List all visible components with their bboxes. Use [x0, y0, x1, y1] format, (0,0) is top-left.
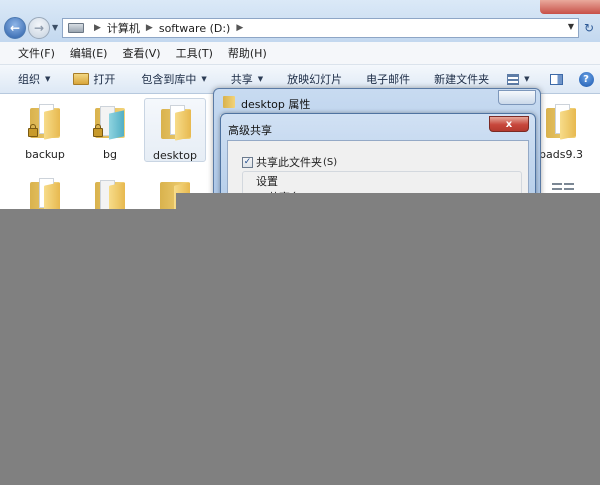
folder-icon — [157, 105, 195, 141]
share-button[interactable]: 共享 ▼ — [231, 71, 263, 87]
folder-icon — [223, 96, 235, 108]
slideshow-button[interactable]: 放映幻灯片 — [287, 71, 342, 87]
lock-icon — [93, 124, 103, 137]
share-folder-checkbox[interactable]: ✓ 共享此文件夹 (S) — [242, 154, 337, 170]
occlusion-overlay — [176, 193, 600, 209]
lock-icon — [28, 124, 38, 137]
share-folder-label: 共享此文件夹 — [256, 156, 322, 169]
folder-item-bg[interactable]: bg — [79, 98, 141, 162]
open-label: 打开 — [93, 73, 116, 86]
share-label: 共享 — [230, 73, 253, 86]
breadcrumb-computer[interactable]: 计算机 — [107, 20, 140, 36]
properties-close-button[interactable] — [498, 90, 536, 105]
properties-dialog-title: desktop 属性 — [241, 98, 311, 111]
chevron-down-icon: ▼ — [257, 75, 264, 83]
recent-pages-chevron-icon[interactable]: ▼ — [52, 23, 58, 32]
folder-label: desktop — [153, 149, 197, 162]
view-icon — [507, 73, 520, 85]
menu-view[interactable]: 查看(V) — [114, 45, 167, 61]
back-button[interactable]: ← — [4, 17, 26, 39]
breadcrumb-separator-icon[interactable]: ▶ — [94, 23, 101, 33]
include-in-library-button[interactable]: 包含到库中 ▼ — [141, 71, 206, 87]
breadcrumb-drive[interactable]: software (D:) — [159, 22, 231, 35]
slideshow-label: 放映幻灯片 — [287, 73, 343, 86]
chevron-down-icon: ▼ — [45, 75, 51, 83]
organize-label: 组织 — [18, 73, 40, 86]
change-view-button[interactable]: ▼ — [507, 73, 530, 85]
advanced-sharing-close-button[interactable]: x — [489, 116, 529, 132]
folder-item-backup[interactable]: backup — [14, 98, 76, 162]
window-close-button[interactable] — [540, 0, 600, 14]
window-titlebar: ← → ▼ ▶ 计算机 ▶ software (D:) ▶ ▼ ↻ — [0, 0, 600, 42]
refresh-icon: ↻ — [583, 21, 595, 35]
refresh-button[interactable]: ↻ — [580, 18, 598, 38]
occlusion-overlay — [0, 209, 600, 485]
folder-icon — [26, 104, 64, 140]
address-dropdown-icon[interactable]: ▼ — [568, 22, 574, 31]
folder-label: bg — [103, 148, 117, 161]
breadcrumb-separator-icon[interactable]: ▶ — [236, 23, 243, 33]
folder-label: backup — [25, 148, 65, 161]
menu-help[interactable]: 帮助(H) — [220, 45, 274, 61]
open-button[interactable]: 打开 — [73, 71, 115, 87]
menu-bar: 文件(F) 编辑(E) 查看(V) 工具(T) 帮助(H) — [0, 42, 600, 65]
chevron-down-icon: ▼ — [524, 75, 530, 83]
address-bar[interactable]: ▶ 计算机 ▶ software (D:) ▶ ▼ — [62, 18, 579, 38]
folder-icon — [91, 104, 129, 140]
organize-button[interactable]: 组织 ▼ — [18, 71, 50, 87]
advanced-sharing-title: 高级共享 — [228, 124, 272, 137]
back-arrow-icon: ← — [9, 21, 21, 35]
menu-edit[interactable]: 编辑(E) — [62, 45, 115, 61]
settings-group-label: 设置 — [254, 173, 280, 189]
checkmark-icon[interactable]: ✓ — [242, 156, 253, 168]
close-icon: x — [505, 118, 513, 130]
forward-arrow-icon: → — [33, 21, 45, 35]
new-folder-button[interactable]: 新建文件夹 — [434, 71, 489, 87]
open-folder-icon — [73, 73, 90, 85]
computer-icon — [68, 23, 84, 33]
share-folder-hotkey: (S) — [323, 156, 338, 168]
email-button[interactable]: 电子邮件 — [366, 71, 410, 87]
folder-icon — [26, 178, 64, 214]
chevron-down-icon: ▼ — [201, 75, 207, 83]
menu-tools[interactable]: 工具(T) — [168, 45, 220, 61]
email-label: 电子邮件 — [366, 73, 411, 86]
help-icon: ? — [578, 71, 594, 87]
forward-button[interactable]: → — [28, 17, 50, 39]
help-button[interactable]: ? — [578, 71, 594, 87]
folder-icon — [542, 104, 580, 140]
breadcrumb-separator-icon[interactable]: ▶ — [146, 23, 153, 33]
preview-pane-button[interactable] — [549, 73, 563, 85]
include-in-library-label: 包含到库中 — [141, 73, 197, 86]
folder-item-desktop[interactable]: desktop — [144, 98, 206, 162]
preview-pane-icon — [549, 73, 563, 85]
folder-icon — [91, 178, 129, 214]
new-folder-label: 新建文件夹 — [434, 73, 490, 86]
menu-file[interactable]: 文件(F) — [0, 45, 62, 61]
